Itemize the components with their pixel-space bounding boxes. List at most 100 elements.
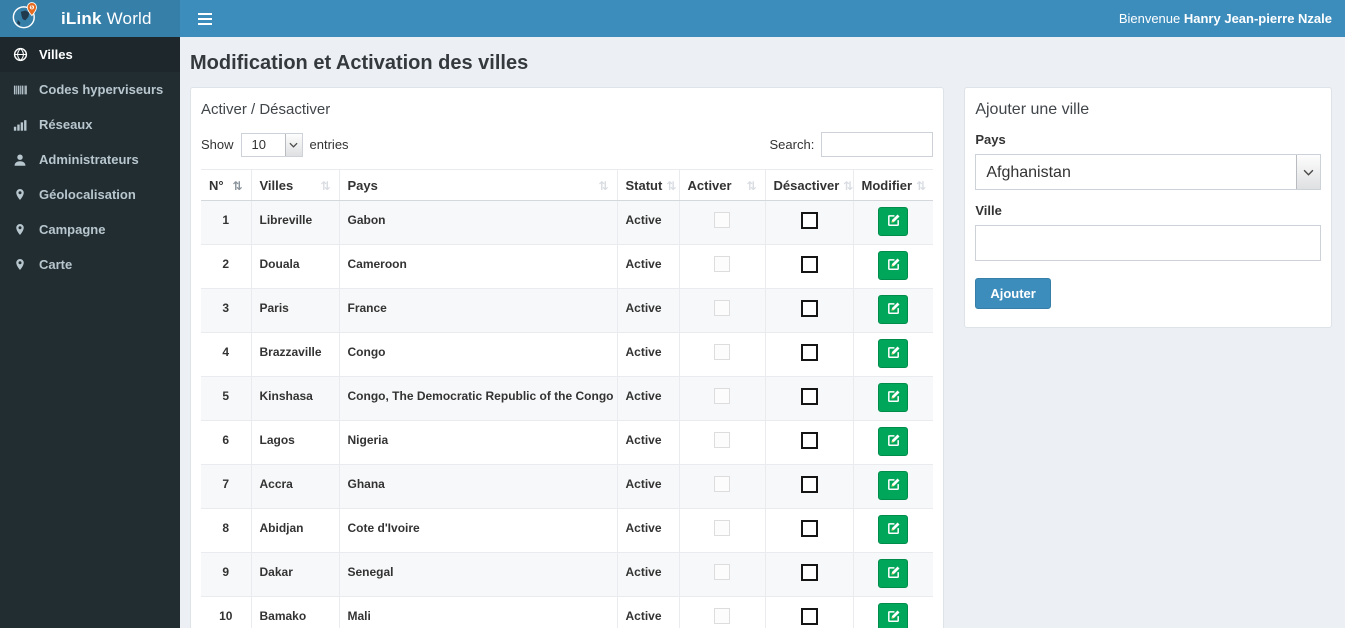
add-city-button[interactable]: Ajouter: [975, 278, 1051, 309]
cell-modifier: [853, 200, 934, 245]
sort-icon: ⇅: [746, 178, 757, 193]
table-row: 4 Brazzaville Congo Active: [201, 332, 934, 377]
sidebar-item-reseaux[interactable]: Réseaux: [0, 107, 180, 142]
modifier-button[interactable]: [878, 295, 909, 324]
desactiver-checkbox[interactable]: [800, 520, 818, 537]
sidebar-menu: Villes Codes hyperviseurs Réseaux Administr…: [0, 37, 180, 628]
brand-logo[interactable]: $ iLink World: [0, 0, 180, 37]
sidebar-item-campagne[interactable]: Campagne: [0, 212, 180, 247]
map-pin-icon: [12, 257, 28, 272]
edit-icon: [886, 389, 901, 407]
globe-icon: [12, 47, 28, 62]
column-header-activer[interactable]: Activer ⇅: [679, 169, 766, 201]
cell-ville: Libreville: [251, 200, 340, 245]
modifier-button[interactable]: [878, 383, 909, 412]
desactiver-checkbox[interactable]: [800, 476, 818, 493]
cell-modifier: [853, 596, 934, 628]
cell-pays: Cote d'Ivoire: [339, 508, 618, 553]
sort-asc-icon: ⇅: [232, 178, 243, 193]
column-header-modifier[interactable]: Modifier ⇅: [853, 169, 934, 201]
cell-desactiver: [765, 596, 854, 628]
activer-checkbox[interactable]: [714, 212, 730, 228]
cell-modifier: [853, 332, 934, 377]
modifier-button[interactable]: [878, 603, 909, 628]
desactiver-checkbox[interactable]: [800, 564, 818, 581]
sidebar-item-carte[interactable]: Carte: [0, 247, 180, 282]
activer-checkbox[interactable]: [714, 432, 730, 448]
city-input[interactable]: [975, 225, 1321, 261]
table-body: 1 Libreville Gabon Active 2 Douala Cameroon Act…: [201, 200, 934, 628]
edit-icon: [886, 433, 901, 451]
cell-activer: [679, 200, 766, 245]
sidebar-toggle-button[interactable]: [196, 9, 214, 29]
navbar-right: Bienvenue Hanry Jean-pierre Nzale: [180, 0, 1345, 37]
activer-checkbox[interactable]: [714, 256, 730, 272]
sort-icon: ⇅: [598, 178, 609, 193]
sidebar-item-administrateurs[interactable]: Administrateurs: [0, 142, 180, 177]
activer-checkbox[interactable]: [714, 564, 730, 580]
cell-statut: Active: [617, 464, 680, 509]
modifier-button[interactable]: [878, 427, 909, 456]
modifier-button[interactable]: [878, 559, 909, 588]
modifier-button[interactable]: [878, 207, 909, 236]
table-row: 1 Libreville Gabon Active: [201, 200, 934, 245]
cell-desactiver: [765, 552, 854, 597]
sidebar-item-codes-hyperviseurs[interactable]: Codes hyperviseurs: [0, 72, 180, 107]
desactiver-checkbox[interactable]: [800, 388, 818, 405]
cell-pays: Congo: [339, 332, 618, 377]
country-select[interactable]: Afghanistan: [975, 154, 1321, 190]
cell-desactiver: [765, 332, 854, 377]
cell-ville: Kinshasa: [251, 376, 340, 421]
column-header-n[interactable]: N° ⇅: [201, 169, 252, 201]
cell-pays: Ghana: [339, 464, 618, 509]
cell-statut: Active: [617, 200, 680, 245]
sidebar-item-geolocalisation[interactable]: Géolocalisation: [0, 177, 180, 212]
modifier-button[interactable]: [878, 251, 909, 280]
add-city-panel: Ajouter une ville Pays Afghanistan Ville…: [964, 87, 1332, 328]
activer-checkbox[interactable]: [714, 608, 730, 624]
desactiver-checkbox[interactable]: [800, 432, 818, 449]
datatable-controls: Show 10 entries Search:: [201, 132, 934, 157]
desactiver-checkbox[interactable]: [800, 344, 818, 361]
activer-checkbox[interactable]: [714, 476, 730, 492]
activer-checkbox[interactable]: [714, 388, 730, 404]
modifier-button[interactable]: [878, 515, 909, 544]
column-label: Villes: [259, 178, 294, 193]
cell-statut: Active: [617, 376, 680, 421]
map-pin-icon: [12, 187, 28, 202]
cell-ville: Accra: [251, 464, 340, 509]
column-header-pays[interactable]: Pays ⇅: [339, 169, 618, 201]
cell-modifier: [853, 552, 934, 597]
column-header-villes[interactable]: Villes ⇅: [251, 169, 340, 201]
cell-modifier: [853, 376, 934, 421]
page-length-select[interactable]: 10: [240, 132, 303, 157]
cell-modifier: [853, 244, 934, 289]
desactiver-checkbox[interactable]: [800, 212, 818, 229]
edit-icon: [886, 301, 901, 319]
cell-activer: [679, 288, 766, 333]
desactiver-checkbox[interactable]: [800, 300, 818, 317]
activer-checkbox[interactable]: [714, 344, 730, 360]
desactiver-checkbox[interactable]: [800, 608, 818, 625]
cell-statut: Active: [617, 288, 680, 333]
cell-activer: [679, 508, 766, 553]
cell-activer: [679, 552, 766, 597]
chart-bars-icon: [12, 118, 28, 132]
cell-statut: Active: [617, 508, 680, 553]
cell-desactiver: [765, 420, 854, 465]
desactiver-checkbox[interactable]: [800, 256, 818, 273]
sidebar-item-villes[interactable]: Villes: [0, 37, 180, 72]
modifier-button[interactable]: [878, 471, 909, 500]
search-input[interactable]: [821, 132, 934, 157]
search-control: Search:: [770, 132, 934, 157]
modifier-button[interactable]: [878, 339, 909, 368]
sidebar-item-label: Administrateurs: [39, 152, 139, 167]
cell-activer: [679, 332, 766, 377]
activer-checkbox[interactable]: [714, 520, 730, 536]
column-header-desactiver[interactable]: Désactiver ⇅: [765, 169, 854, 201]
edit-icon: [886, 257, 901, 275]
column-header-statut[interactable]: Statut ⇅: [617, 169, 680, 201]
sidebar-item-label: Villes: [39, 47, 73, 62]
cell-ville: Bamako: [251, 596, 340, 628]
activer-checkbox[interactable]: [714, 300, 730, 316]
